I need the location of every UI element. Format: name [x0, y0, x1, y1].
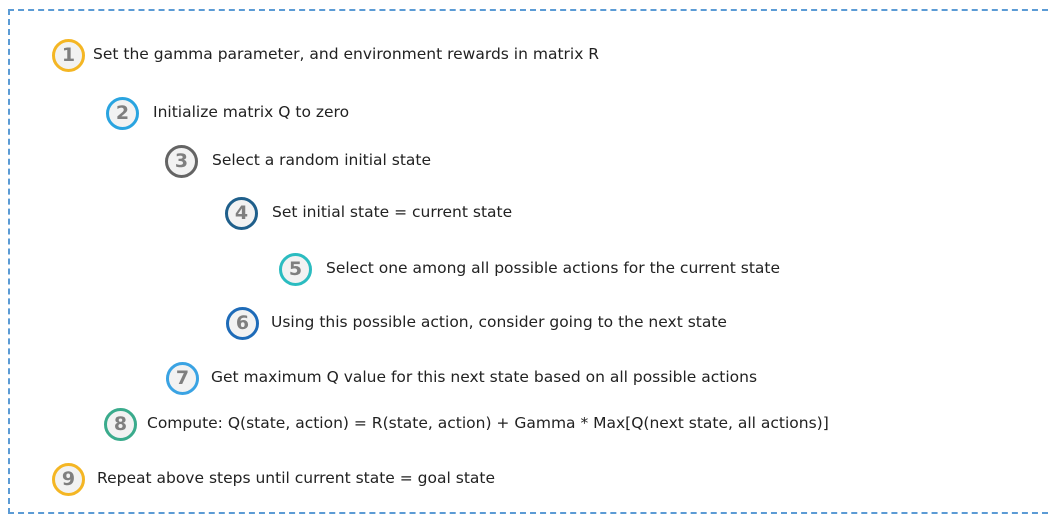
step-number: 2 — [115, 101, 130, 124]
step-text: Select one among all possible actions fo… — [326, 259, 781, 278]
step-6: 6 Using this possible action, consider g… — [226, 306, 727, 340]
step-number-badge: 4 — [225, 196, 258, 230]
step-text: Set the gamma parameter, and environment… — [93, 45, 600, 64]
step-number-badge: 5 — [279, 252, 312, 286]
step-text: Get maximum Q value for this next state … — [211, 368, 758, 387]
step-7: 7 Get maximum Q value for this next stat… — [166, 361, 757, 395]
step-2: 2 Initialize matrix Q to zero — [106, 96, 349, 130]
step-1: 1 Set the gamma parameter, and environme… — [52, 38, 599, 72]
step-number: 7 — [175, 366, 190, 389]
step-number-badge: 6 — [226, 306, 259, 340]
step-number-badge: 3 — [165, 144, 198, 178]
step-9: 9 Repeat above steps until current state… — [52, 462, 495, 496]
step-number-badge: 2 — [106, 96, 139, 130]
step-text: Compute: Q(state, action) = R(state, act… — [147, 414, 829, 433]
step-number-badge: 7 — [166, 361, 199, 395]
step-number-badge: 9 — [52, 462, 85, 496]
step-4: 4 Set initial state = current state — [225, 196, 512, 230]
step-text: Repeat above steps until current state =… — [97, 469, 496, 488]
step-text: Select a random initial state — [212, 151, 432, 170]
step-number-badge: 8 — [104, 407, 137, 441]
step-8: 8 Compute: Q(state, action) = R(state, a… — [104, 407, 829, 441]
step-text: Using this possible action, consider goi… — [271, 313, 727, 332]
step-number-badge: 1 — [52, 38, 85, 72]
step-5: 5 Select one among all possible actions … — [279, 252, 780, 286]
step-number: 8 — [113, 412, 128, 435]
step-text: Set initial state = current state — [272, 203, 513, 222]
step-number: 1 — [61, 43, 76, 66]
step-number: 6 — [235, 311, 250, 334]
step-number: 5 — [288, 257, 303, 280]
step-number: 3 — [174, 149, 189, 172]
step-number: 9 — [61, 467, 76, 490]
step-3: 3 Select a random initial state — [165, 144, 431, 178]
step-number: 4 — [234, 201, 249, 224]
step-text: Initialize matrix Q to zero — [153, 103, 350, 122]
